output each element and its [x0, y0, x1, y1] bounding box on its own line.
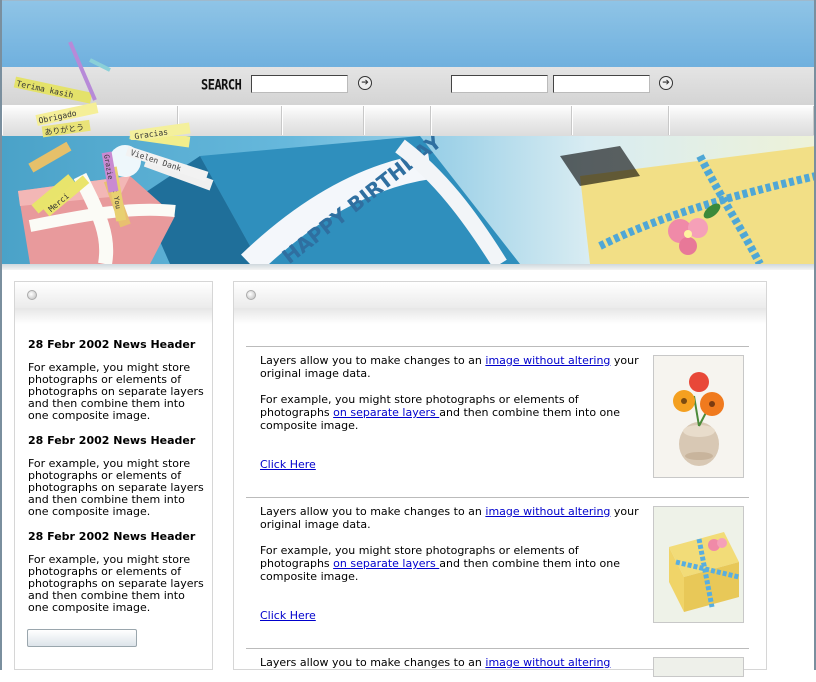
click-here-link[interactable]: Click Here — [260, 609, 316, 622]
gift-tags-lower: Vielen Dank Merci Thank You Grazie — [28, 141, 209, 222]
main-content-header — [234, 282, 766, 309]
gift-tags-overlay: Terima kasih Obrigado ありがとう Gracias — [13, 41, 191, 140]
search-input-2[interactable] — [451, 75, 548, 93]
news-item: 28 Febr 2002 News Header For example, yo… — [28, 339, 204, 422]
news-sidebar: 28 Febr 2002 News Header For example, yo… — [14, 281, 213, 670]
separate-layers-link[interactable]: on separate layers — [333, 406, 439, 419]
nav-item-7[interactable] — [669, 106, 814, 135]
click-here-link[interactable]: Click Here — [260, 458, 316, 471]
search-input-3[interactable] — [553, 75, 650, 93]
more-news-button[interactable] — [27, 629, 137, 647]
news-body: For example, you might store photographs… — [28, 553, 204, 614]
nav-item-4[interactable] — [364, 106, 431, 135]
news-sidebar-header — [15, 282, 212, 309]
article-text: Layers allow you to make changes to an i… — [260, 354, 639, 432]
news-header[interactable]: 28 Febr 2002 News Header — [28, 531, 204, 543]
article-item: Layers allow you to make changes to an i… — [246, 346, 749, 497]
search-go-arrow-icon-2[interactable]: ➔ — [659, 76, 673, 90]
main-content: Layers allow you to make changes to an i… — [233, 281, 767, 677]
image-without-altering-link[interactable]: image without altering — [485, 505, 610, 518]
news-item: 28 Febr 2002 News Header For example, yo… — [28, 435, 204, 518]
news-body: For example, you might store photographs… — [28, 361, 204, 422]
news-header[interactable]: 28 Febr 2002 News Header — [28, 339, 204, 351]
search-go-arrow-icon[interactable]: ➔ — [358, 76, 372, 90]
window-left-edge — [0, 0, 2, 670]
article-item: Layers allow you to make changes to an i… — [246, 648, 749, 679]
news-header[interactable]: 28 Febr 2002 News Header — [28, 435, 204, 447]
article-item: Layers allow you to make changes to an i… — [246, 497, 749, 648]
flower-pot-thumbnail[interactable] — [653, 355, 744, 478]
nav-item-3[interactable] — [282, 106, 364, 135]
tag-terima-kasih: Terima kasih — [16, 79, 75, 100]
image-without-altering-link[interactable]: image without altering — [485, 656, 610, 669]
article-text: Layers allow you to make changes to an i… — [260, 505, 639, 583]
tag-merci: Merci — [47, 191, 71, 213]
separate-layers-link[interactable]: on separate layers — [333, 557, 439, 570]
bullet-icon — [27, 290, 37, 300]
nav-item-5[interactable] — [431, 106, 572, 135]
article-thumbnail[interactable] — [653, 657, 744, 677]
banner-bottom-shadow — [0, 264, 816, 270]
article-text: Layers allow you to make changes to an i… — [260, 656, 611, 669]
bullet-icon — [246, 290, 256, 300]
nav-item-6[interactable] — [572, 106, 669, 135]
news-body: For example, you might store photographs… — [28, 457, 204, 518]
gift-boxes-thumbnail[interactable] — [653, 506, 744, 623]
tag-vielen-dank: Vielen Dank — [129, 148, 182, 173]
image-without-altering-link[interactable]: image without altering — [485, 354, 610, 367]
search-input[interactable] — [251, 75, 348, 93]
news-item: 28 Febr 2002 News Header For example, yo… — [28, 531, 204, 614]
